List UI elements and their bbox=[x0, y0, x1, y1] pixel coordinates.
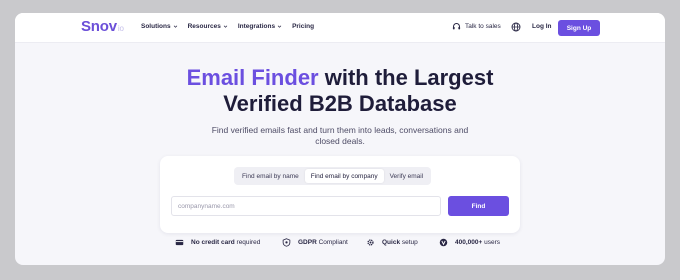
menu-item-solutions[interactable]: Solutions bbox=[141, 23, 178, 30]
chevron-down-icon bbox=[223, 25, 228, 28]
title-accent: Email Finder bbox=[186, 65, 319, 90]
feature-bold: 400,000+ bbox=[455, 239, 483, 246]
chevron-down-icon bbox=[173, 25, 177, 28]
find-button[interactable]: Find bbox=[448, 196, 509, 216]
headset-icon bbox=[452, 23, 461, 30]
menu-item-label: Resources bbox=[187, 23, 221, 30]
chevron-down-icon bbox=[277, 25, 282, 28]
feature-text: required bbox=[234, 239, 261, 246]
feature-list: No credit card required GDPR Compliant Q… bbox=[15, 238, 665, 250]
menu-item-resources[interactable]: Resources bbox=[188, 23, 228, 30]
main-menu: Solutions Resources Integrations Pricing bbox=[141, 23, 314, 30]
shield-icon bbox=[282, 238, 291, 247]
finder-tabs: Find email by name Find email by company… bbox=[234, 167, 432, 185]
feature-gdpr: GDPR Compliant bbox=[282, 238, 348, 247]
login-link[interactable]: Log In bbox=[532, 23, 552, 30]
talk-to-sales-label: Talk to sales bbox=[465, 23, 501, 30]
company-domain-input[interactable] bbox=[171, 196, 441, 216]
menu-item-label: Integrations bbox=[237, 23, 276, 30]
feature-bold: No credit card bbox=[191, 239, 235, 246]
hero-subtitle: Find verified emails fast and turn them … bbox=[211, 125, 469, 146]
signup-button[interactable]: Sign Up bbox=[558, 20, 600, 36]
feature-users: 400,000+ users bbox=[439, 238, 500, 247]
logo[interactable]: Snovio bbox=[81, 18, 124, 35]
tab-verify-email[interactable]: Verify email bbox=[384, 169, 430, 183]
tab-find-by-company[interactable]: Find email by company bbox=[304, 169, 384, 183]
menu-item-label: Solutions bbox=[141, 23, 171, 30]
title-line2: Verified B2B Database bbox=[223, 91, 457, 116]
menu-item-label: Pricing bbox=[292, 23, 315, 30]
email-finder-card: Find email by name Find email by company… bbox=[160, 156, 520, 233]
feature-bold: GDPR bbox=[298, 239, 317, 246]
feature-text: users bbox=[482, 239, 500, 246]
credit-card-icon bbox=[175, 239, 184, 246]
top-navigation: Snovio Solutions Resources Integrations … bbox=[15, 13, 665, 43]
logo-suffix: io bbox=[117, 24, 124, 33]
feature-quick-setup: Quick setup bbox=[366, 238, 418, 247]
feature-bold: Quick bbox=[382, 239, 401, 246]
feature-text: setup bbox=[400, 239, 418, 246]
tab-find-by-name[interactable]: Find email by name bbox=[236, 169, 305, 183]
gear-icon bbox=[367, 239, 374, 246]
browser-frame: Snovio Solutions Resources Integrations … bbox=[15, 13, 665, 265]
title-rest: with the Largest bbox=[318, 65, 494, 90]
menu-item-integrations[interactable]: Integrations bbox=[238, 23, 282, 30]
page-title: Email Finder with the Largest Verified B… bbox=[15, 65, 665, 117]
talk-to-sales-link[interactable]: Talk to sales bbox=[452, 22, 501, 31]
logo-main: Snov bbox=[81, 18, 117, 35]
feature-text: Compliant bbox=[316, 239, 348, 246]
globe-icon[interactable] bbox=[511, 22, 521, 32]
feature-no-credit-card: No credit card required bbox=[175, 238, 260, 247]
menu-item-pricing[interactable]: Pricing bbox=[292, 23, 314, 30]
users-icon bbox=[439, 238, 448, 247]
